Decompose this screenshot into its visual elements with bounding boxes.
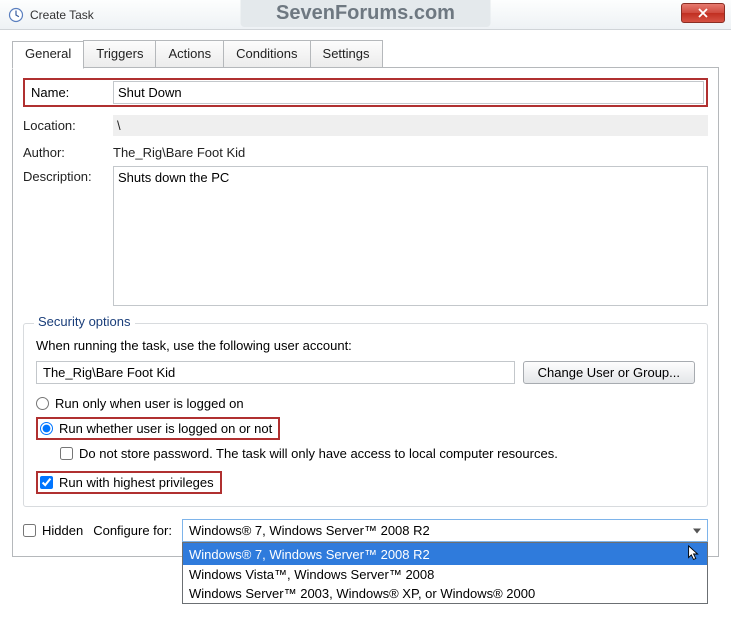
checkbox-hidden-input[interactable] (23, 524, 36, 537)
location-label: Location: (23, 115, 113, 133)
checkbox-highest-priv[interactable]: Run with highest privileges (40, 475, 214, 490)
tab-conditions[interactable]: Conditions (223, 40, 310, 68)
dropdown-item-1[interactable]: Windows Vista™, Windows Server™ 2008 (183, 565, 707, 584)
dropdown-item-2[interactable]: Windows Server™ 2003, Windows® XP, or Wi… (183, 584, 707, 603)
radio-run-whether-highlight: Run whether user is logged on or not (36, 417, 280, 440)
configure-for-dropdown: Windows® 7, Windows Server™ 2008 R2 Wind… (182, 542, 708, 604)
checkbox-highest-priv-label: Run with highest privileges (59, 475, 214, 490)
tab-settings[interactable]: Settings (310, 40, 383, 68)
radio-run-whether[interactable]: Run whether user is logged on or not (40, 421, 272, 436)
radio-run-whether-label: Run whether user is logged on or not (59, 421, 272, 436)
description-input[interactable]: Shuts down the PC (113, 166, 708, 306)
dialog-body: General Triggers Actions Conditions Sett… (0, 30, 731, 567)
author-value: The_Rig\Bare Foot Kid (113, 142, 245, 160)
tab-general[interactable]: General (12, 41, 84, 69)
author-label: Author: (23, 142, 113, 160)
security-options-group: Security options When running the task, … (23, 323, 708, 507)
bottom-row: Hidden Configure for: Windows® 7, Window… (23, 519, 708, 542)
checkbox-hidden[interactable]: Hidden (23, 521, 83, 540)
configure-for-select[interactable]: Windows® 7, Windows Server™ 2008 R2 Wind… (182, 519, 708, 542)
checkbox-no-store-pw-input[interactable] (60, 447, 73, 460)
checkbox-no-store-pw-label: Do not store password. The task will onl… (79, 446, 558, 461)
radio-run-logged-on-input[interactable] (36, 397, 49, 410)
configure-for-label: Configure for: (93, 523, 172, 538)
security-options-title: Security options (34, 314, 135, 329)
description-label: Description: (23, 166, 113, 184)
name-row-highlight: Name: (23, 78, 708, 107)
security-running-text: When running the task, use the following… (36, 338, 695, 353)
dropdown-item-0[interactable]: Windows® 7, Windows Server™ 2008 R2 (183, 543, 707, 565)
tab-strip: General Triggers Actions Conditions Sett… (12, 40, 719, 68)
clock-icon (8, 7, 24, 23)
window-title: Create Task (30, 8, 94, 22)
close-button[interactable] (681, 3, 725, 23)
radio-run-logged-on[interactable]: Run only when user is logged on (36, 394, 695, 413)
radio-run-whether-input[interactable] (40, 422, 53, 435)
change-user-button[interactable]: Change User or Group... (523, 361, 695, 384)
user-account-display: The_Rig\Bare Foot Kid (36, 361, 515, 384)
checkbox-highest-priv-input[interactable] (40, 476, 53, 489)
location-value: \ (113, 115, 708, 136)
name-label: Name: (27, 82, 113, 103)
title-bar: Create Task SevenForums.com (0, 0, 731, 30)
watermark-text: SevenForums.com (240, 0, 491, 27)
name-input[interactable] (113, 81, 704, 104)
checkbox-hidden-label: Hidden (42, 523, 83, 538)
tab-triggers[interactable]: Triggers (83, 40, 156, 68)
cursor-icon (687, 545, 701, 563)
tab-panel-general: Name: Location: \ Author: The_Rig\Bare F… (12, 67, 719, 557)
tab-actions[interactable]: Actions (155, 40, 224, 68)
checkbox-highest-priv-highlight: Run with highest privileges (36, 471, 222, 494)
dropdown-item-0-label: Windows® 7, Windows Server™ 2008 R2 (189, 547, 430, 562)
configure-for-display[interactable]: Windows® 7, Windows Server™ 2008 R2 (182, 519, 708, 542)
checkbox-no-store-pw[interactable]: Do not store password. The task will onl… (60, 444, 695, 463)
radio-run-logged-on-label: Run only when user is logged on (55, 396, 244, 411)
